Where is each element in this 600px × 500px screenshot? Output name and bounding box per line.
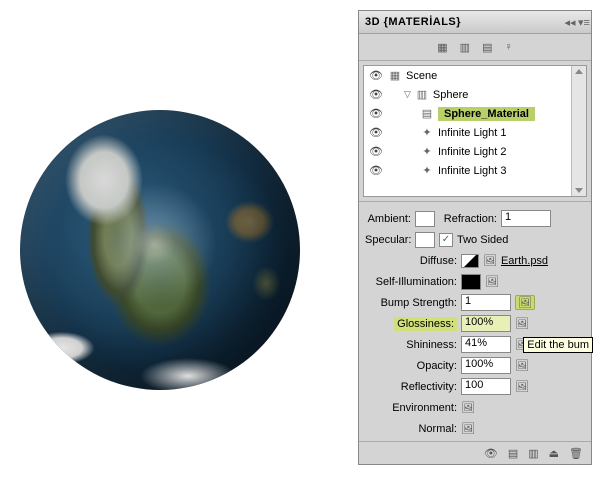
material-icon: ▤: [420, 107, 434, 120]
reflectivity-field[interactable]: 100: [461, 378, 511, 395]
gloss-label: Glossiness:: [365, 318, 457, 330]
ambient-swatch[interactable]: [415, 211, 435, 227]
scene-tree[interactable]: 👁 ▦ Scene 👁 ▽ ▥ Sphere 👁 ▤ Sphere_Materi…: [363, 65, 587, 197]
panel-footer: 👁 ▤ ▥ ⏏ 🗑: [359, 441, 591, 464]
tree-label: Infinite Light 1: [438, 127, 507, 139]
material-properties: Ambient: Refraction: 1 Specular: ✓ Two S…: [359, 201, 591, 441]
panel-title[interactable]: 3D {MATERİALS}: [359, 12, 467, 32]
filter-material-icon[interactable]: ▤: [482, 41, 492, 54]
bump-label: Bump Strength:: [365, 297, 457, 309]
mesh-icon: ▥: [415, 88, 429, 101]
refraction-label: Refraction:: [439, 213, 497, 225]
refraction-field[interactable]: 1: [501, 210, 551, 227]
bump-texture-button[interactable]: 🖼: [515, 295, 535, 310]
tree-label: Infinite Light 3: [438, 165, 507, 177]
shininess-field[interactable]: 41%: [461, 336, 511, 353]
diffuse-file-link[interactable]: Earth.psd: [501, 255, 548, 267]
visibility-icon[interactable]: 👁: [368, 88, 384, 101]
specular-label: Specular:: [365, 234, 411, 246]
tree-scrollbar[interactable]: [571, 66, 586, 196]
environment-label: Environment:: [365, 402, 457, 414]
filter-toolbar: ▦ ▥ ▤ ♀: [359, 34, 591, 61]
tree-label: Infinite Light 2: [438, 146, 507, 158]
tree-label: Scene: [406, 70, 437, 82]
ambient-label: Ambient:: [365, 213, 411, 225]
disclosure-icon[interactable]: ▽: [404, 89, 411, 100]
texture-menu-icon[interactable]: 🖼: [461, 401, 475, 414]
scene-icon: ▦: [388, 69, 402, 82]
light-icon: ✦: [420, 126, 434, 139]
diffuse-swatch[interactable]: [461, 254, 479, 268]
footer-icon[interactable]: ⏏: [549, 447, 559, 460]
filter-scene-icon[interactable]: ▦: [437, 41, 447, 54]
tree-row-light2[interactable]: 👁 ✦ Infinite Light 2: [364, 142, 586, 161]
opacity-label: Opacity:: [365, 360, 457, 372]
two-sided-label: Two Sided: [457, 234, 508, 246]
texture-menu-icon: 🖼: [518, 296, 532, 309]
panel-tabbar: 3D {MATERİALS} ◂◂ ▾≡: [359, 11, 591, 34]
filter-light-icon[interactable]: ♀: [504, 41, 512, 53]
canvas-area: [20, 110, 300, 390]
two-sided-checkbox[interactable]: ✓: [439, 233, 453, 247]
reflectivity-label: Reflectivity:: [365, 381, 457, 393]
tree-label: Sphere: [433, 89, 468, 101]
footer-icon[interactable]: 👁: [484, 447, 498, 460]
visibility-icon[interactable]: 👁: [368, 126, 384, 139]
visibility-icon[interactable]: 👁: [368, 164, 384, 177]
gloss-field[interactable]: 100%: [461, 315, 511, 332]
texture-menu-icon[interactable]: 🖼: [485, 275, 499, 288]
tree-row-scene[interactable]: 👁 ▦ Scene: [364, 66, 586, 85]
bump-field[interactable]: 1: [461, 294, 511, 311]
globe-render: [20, 110, 300, 390]
texture-menu-icon[interactable]: 🖼: [461, 422, 475, 435]
diffuse-label: Diffuse:: [365, 255, 457, 267]
materials-panel: 3D {MATERİALS} ◂◂ ▾≡ ▦ ▥ ▤ ♀ 👁 ▦ Scene 👁…: [358, 10, 592, 465]
footer-icon[interactable]: ▥: [528, 447, 538, 460]
visibility-icon[interactable]: 👁: [368, 69, 384, 82]
tree-row-light3[interactable]: 👁 ✦ Infinite Light 3: [364, 161, 586, 180]
menu-icon[interactable]: ▾≡: [577, 16, 591, 29]
light-icon: ✦: [420, 145, 434, 158]
visibility-icon[interactable]: 👁: [368, 107, 384, 120]
tree-row-material[interactable]: 👁 ▤ Sphere_Material: [364, 104, 586, 123]
filter-mesh-icon[interactable]: ▥: [460, 41, 470, 54]
shininess-label: Shininess:: [365, 339, 457, 351]
footer-icon[interactable]: ▤: [508, 447, 518, 460]
tooltip: Edit the bum: [523, 337, 593, 353]
texture-menu-icon[interactable]: 🖼: [515, 359, 529, 372]
trash-icon[interactable]: 🗑: [569, 447, 583, 460]
self-illum-swatch[interactable]: [461, 274, 481, 290]
visibility-icon[interactable]: 👁: [368, 145, 384, 158]
texture-menu-icon[interactable]: 🖼: [515, 317, 529, 330]
tree-label: Sphere_Material: [438, 107, 535, 121]
collapse-icon[interactable]: ◂◂: [563, 16, 577, 29]
opacity-field[interactable]: 100%: [461, 357, 511, 374]
texture-menu-icon[interactable]: 🖼: [515, 380, 529, 393]
specular-swatch[interactable]: [415, 232, 435, 248]
tree-row-light1[interactable]: 👁 ✦ Infinite Light 1: [364, 123, 586, 142]
light-icon: ✦: [420, 164, 434, 177]
normal-label: Normal:: [365, 423, 457, 435]
texture-menu-icon[interactable]: 🖼: [483, 254, 497, 267]
self-illum-label: Self-Illumination:: [365, 276, 457, 288]
tree-row-sphere[interactable]: 👁 ▽ ▥ Sphere: [364, 85, 586, 104]
